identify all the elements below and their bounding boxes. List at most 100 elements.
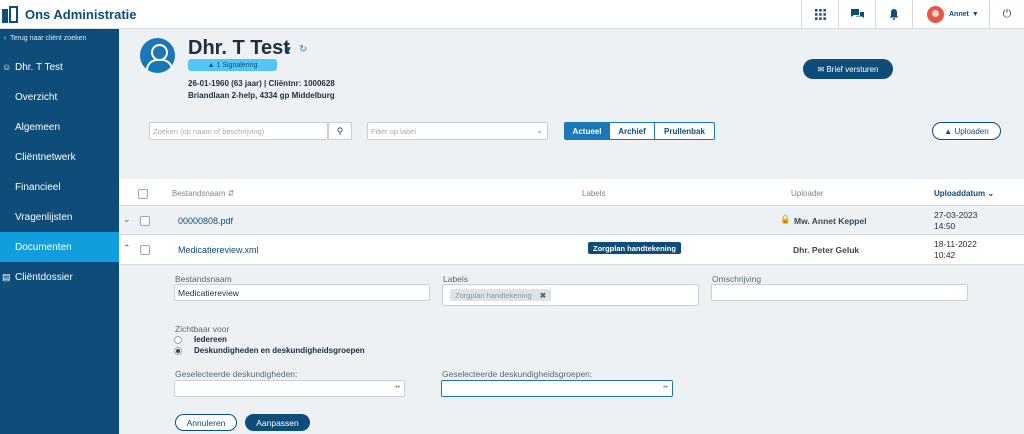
radio-everyone[interactable] xyxy=(174,336,182,344)
sidebar-item-label: Documenten xyxy=(15,241,72,253)
chat-icon[interactable] xyxy=(838,0,875,28)
label-tag-text: Zorgplan handtekening xyxy=(455,290,532,300)
sidebar-item-client[interactable]: ☺ Dhr. T Test xyxy=(0,52,119,82)
sort-icon: ⇵ xyxy=(227,189,235,198)
brand[interactable]: Ons Administratie xyxy=(0,0,136,28)
user-menu[interactable]: Annet ▼ xyxy=(912,0,989,28)
app-title: Ons Administratie xyxy=(25,6,137,22)
col-name-label: Bestandsnaam xyxy=(172,189,226,198)
edit-document-form: Bestandsnaam Medicatiereview Labels Zorg… xyxy=(119,265,1024,434)
sidebar-item-clientnetwerk[interactable]: Cliëntnetwerk xyxy=(0,142,119,172)
sidebar-item-clientdossier[interactable]: ▤ Cliëntdossier xyxy=(0,262,119,292)
client-avatar xyxy=(140,38,175,73)
user-name: Annet xyxy=(949,10,969,18)
client-name: Dhr. T Test xyxy=(188,37,290,59)
tab-archief[interactable]: Archief xyxy=(609,122,655,140)
file-name-link[interactable]: Medicatiereview.xml xyxy=(178,245,259,255)
label-filter-select[interactable]: Filter op label ⌄ xyxy=(367,122,548,140)
sidebar-item-documenten[interactable]: Documenten xyxy=(0,232,119,262)
table-row[interactable]: ⌄ 00000808.pdf 🔒 Mw. Annet Keppel 27-03-… xyxy=(119,206,1024,235)
sidebar-item-algemeen[interactable]: Algemeen xyxy=(0,112,119,142)
mail-icon: ✉ xyxy=(817,64,825,74)
labels-field[interactable]: Zorgplan handtekening ✖ xyxy=(442,284,699,306)
name-field[interactable]: Medicatiereview xyxy=(174,284,430,301)
warning-icon: ▲ xyxy=(207,61,215,69)
expertise-select[interactable]: •• xyxy=(174,380,405,397)
upload-icon: ▲ xyxy=(944,126,953,136)
upload-button-label: Uploaden xyxy=(954,126,989,136)
upload-date: 27-03-2023 14:50 xyxy=(934,210,977,232)
upload-date-day: 27-03-2023 xyxy=(934,210,978,220)
upload-date: 18-11-2022 10:42 xyxy=(934,239,977,261)
sidebar-item-overzicht[interactable]: Overzicht xyxy=(0,82,119,112)
file-name-link[interactable]: 00000808.pdf xyxy=(178,216,233,226)
signal-label: 1 Signalering xyxy=(216,61,258,69)
search-icon[interactable]: ⚲ xyxy=(328,122,352,140)
top-bar: Ons Administratie Annet ▼ ⏻ xyxy=(0,0,1024,29)
upload-date-day: 18-11-2022 xyxy=(934,239,977,249)
chevron-down-icon: ⌄ xyxy=(536,126,543,135)
tab-prullenbak[interactable]: Prullenbak xyxy=(654,122,715,140)
upload-date-time: 14:50 xyxy=(934,221,956,231)
row-checkbox[interactable] xyxy=(140,216,150,226)
description-field[interactable] xyxy=(711,284,968,301)
upload-date-time: 10:42 xyxy=(934,250,956,260)
search-input[interactable]: Zoeken (op naam of beschrijving) xyxy=(149,122,328,140)
select-all-checkbox[interactable] xyxy=(138,189,148,199)
upload-button[interactable]: ▲ Uploaden xyxy=(932,122,1001,140)
chevron-down-icon: ▼ xyxy=(971,10,979,18)
chevron-left-icon: ‹ xyxy=(4,35,7,42)
labels-field-label: Labels xyxy=(443,274,469,284)
sidebar-item-label: Algemeen xyxy=(15,121,61,133)
radio-everyone-label: Iedereen xyxy=(194,335,227,344)
groups-select-label: Geselecteerde deskundigheidsgroepen: xyxy=(442,369,593,379)
chevron-down-icon[interactable]: ⌄ xyxy=(123,214,131,225)
table-row[interactable]: ⌃ Medicatiereview.xml Zorgplan handteken… xyxy=(119,235,1024,265)
col-name[interactable]: Bestandsnaam ⇵ xyxy=(172,189,234,198)
visibility-label: Zichtbaar voor xyxy=(175,324,230,334)
sidebar-item-financieel[interactable]: Financieel xyxy=(0,172,119,202)
col-date[interactable]: Uploaddatum ⌄ xyxy=(934,189,994,198)
refresh-icon[interactable]: ↻ xyxy=(299,44,307,55)
sidebar-item-label: Dhr. T Test xyxy=(15,61,63,73)
client-info: 26-01-1960 (63 jaar) | Cliëntnr: 1000628… xyxy=(188,78,335,102)
radio-expertise-label: Deskundigheden en deskundigheidsgroepen xyxy=(194,346,365,355)
chevron-down-icon[interactable]: ▼ xyxy=(283,45,293,56)
back-link[interactable]: ‹ Terug naar cliënt zoeken xyxy=(4,35,86,42)
client-header: Dhr. T Test ▼ ↻ ▲ 1 Signalering 26-01-19… xyxy=(119,29,1024,179)
avatar xyxy=(927,5,944,23)
expertise-select-label: Geselecteerde deskundigheden: xyxy=(175,369,298,379)
chevron-updown-icon: •• xyxy=(395,384,400,391)
row-checkbox[interactable] xyxy=(140,245,150,255)
radio-expertise[interactable] xyxy=(174,347,182,355)
power-icon[interactable]: ⏻ xyxy=(989,0,1024,28)
brief-button-label: Brief versturen xyxy=(826,64,879,74)
apps-grid-icon[interactable] xyxy=(801,0,838,28)
client-dob: 26-01-1960 (63 jaar) | Cliëntnr: 1000628 xyxy=(188,79,335,88)
description-field-label: Omschrijving xyxy=(712,274,762,284)
sidebar-item-label: Cliëntnetwerk xyxy=(15,151,76,163)
folder-icon: ▤ xyxy=(2,271,11,282)
bell-icon[interactable] xyxy=(875,0,912,28)
brief-button[interactable]: ✉ Brief versturen xyxy=(803,59,893,79)
client-address: Briandlaan 2-help, 4334 gp Middelburg xyxy=(188,91,335,100)
col-date-label: Uploaddatum xyxy=(934,189,986,198)
save-button[interactable]: Aanpassen xyxy=(245,414,310,431)
cancel-button[interactable]: Annuleren xyxy=(175,414,237,431)
label-tag: Zorgplan handtekening ✖ xyxy=(450,289,552,301)
uploader-name: Mw. Annet Keppel xyxy=(794,216,867,226)
lock-icon: 🔒 xyxy=(780,214,791,224)
signal-badge[interactable]: ▲ 1 Signalering xyxy=(188,59,277,71)
chevron-down-icon: ⌄ xyxy=(987,189,995,198)
uploader-name: Dhr. Peter Geluk xyxy=(793,245,860,255)
sidebar-item-vragenlijsten[interactable]: Vragenlijsten xyxy=(0,202,119,232)
person-icon: ☺ xyxy=(2,62,12,72)
table-header: Bestandsnaam ⇵ Labels Uploader Uploaddat… xyxy=(119,179,1024,206)
close-icon[interactable]: ✖ xyxy=(540,291,546,300)
label-filter-placeholder: Filter op label xyxy=(371,126,417,136)
sidebar-item-label: Financieel xyxy=(15,181,61,193)
groups-select[interactable]: •• xyxy=(441,380,673,397)
tab-actueel[interactable]: Actueel xyxy=(564,122,610,140)
chevron-up-icon[interactable]: ⌃ xyxy=(123,243,131,254)
sidebar-item-label: Vragenlijsten xyxy=(15,211,73,223)
